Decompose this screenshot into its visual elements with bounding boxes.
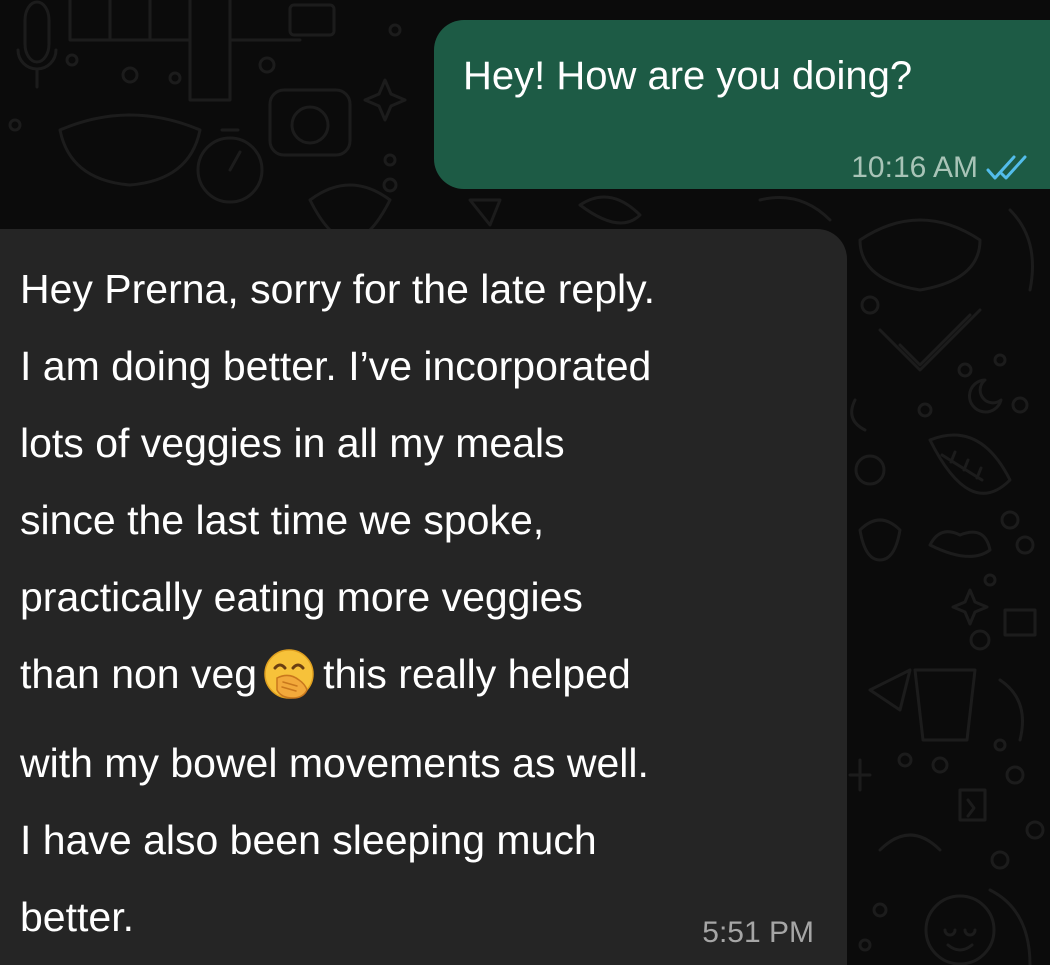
message-line: lots of veggies in all my meals <box>20 420 565 466</box>
message-text: Hey! How are you doing? <box>463 54 913 98</box>
message-text: Hey Prerna, sorry for the late reply. I … <box>20 251 830 956</box>
message-line: I have also been sleeping much <box>20 817 597 863</box>
incoming-message-bubble[interactable]: Hey Prerna, sorry for the late reply. I … <box>0 229 847 965</box>
message-line: practically eating more veggies <box>20 574 583 620</box>
message-line: since the last time we spoke, <box>20 497 545 543</box>
outgoing-message-bubble[interactable]: Hey! How are you doing? 10:16 AM <box>434 20 1050 189</box>
message-line-with-emoji: than non veg this really helped <box>20 636 830 725</box>
message-timestamp: 5:51 PM <box>702 916 814 949</box>
message-line: Hey Prerna, sorry for the late reply. <box>20 266 655 312</box>
message-meta: 10:16 AM <box>851 150 1030 186</box>
face-with-hand-over-mouth-icon <box>263 648 315 725</box>
message-line: with my bowel movements as well. <box>20 740 649 786</box>
message-line: I am doing better. I’ve incorporated <box>20 343 652 389</box>
chat-thread[interactable]: Hey! How are you doing? 10:16 AM Hey Pre… <box>0 0 1050 965</box>
message-line-part: than non veg <box>20 651 258 697</box>
message-timestamp: 10:16 AM <box>851 151 978 184</box>
double-check-read-icon <box>986 154 1030 182</box>
message-line-part: this really helped <box>323 651 631 697</box>
